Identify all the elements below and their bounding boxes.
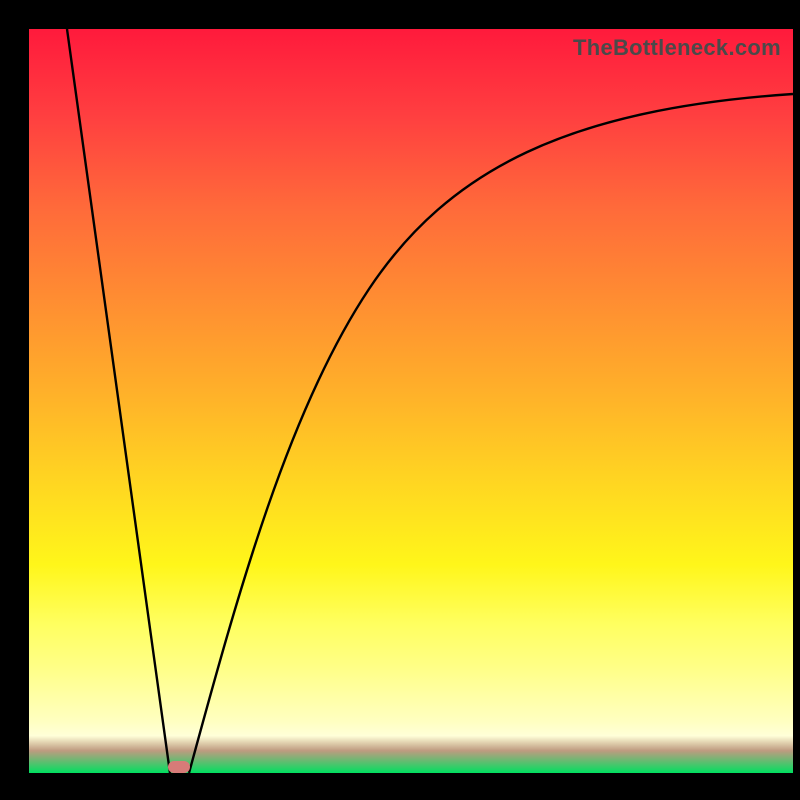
curve-svg [29,29,793,773]
curve-path [67,29,793,773]
bottleneck-marker [168,761,190,773]
plot-area: TheBottleneck.com [29,29,793,773]
chart-frame: TheBottleneck.com [0,0,800,800]
